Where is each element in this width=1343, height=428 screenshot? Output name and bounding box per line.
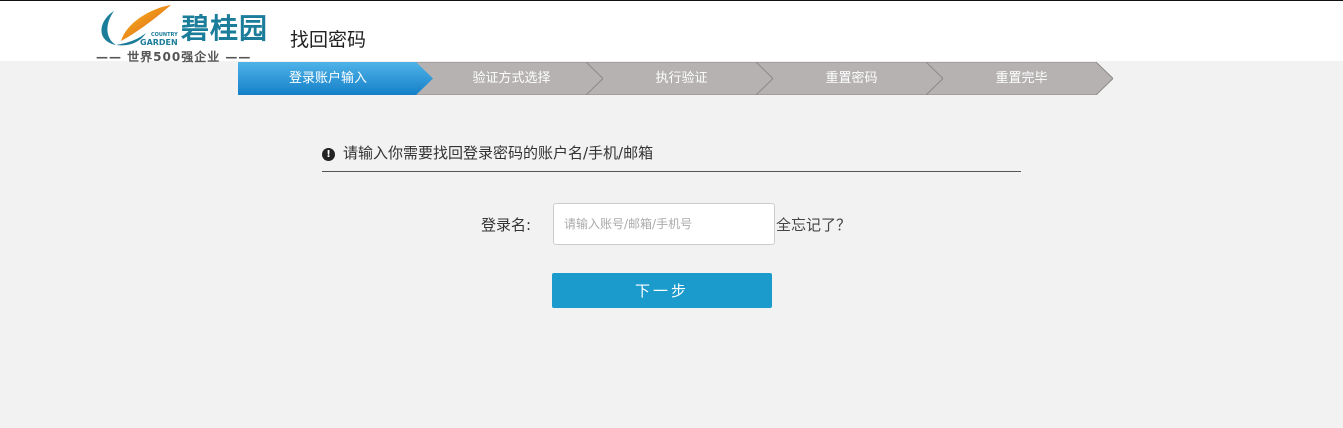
logo-slogan: —— 世界500强企业 —— <box>96 50 252 64</box>
next-step-button[interactable]: 下一步 <box>552 273 772 308</box>
logo-brand: 碧桂园 <box>181 12 269 45</box>
step-label: 执行验证 <box>655 71 708 86</box>
login-label: 登录名: <box>481 216 532 234</box>
step-2: 验证方式选择 <box>408 62 603 95</box>
login-input[interactable] <box>553 203 775 245</box>
step-label: 登录账户输入 <box>288 71 367 86</box>
page-title: 找回密码 <box>290 29 367 51</box>
step-1: 登录账户输入 <box>238 62 433 95</box>
step-label: 重置密码 <box>825 71 878 86</box>
step-label: 重置完毕 <box>995 71 1048 86</box>
logo[interactable]: COUNTRY GARDEN 碧桂园 —— 世界500强企业 —— <box>96 3 271 64</box>
step-label: 验证方式选择 <box>472 71 551 86</box>
forgot-all-link[interactable]: 全忘记了？ <box>776 214 851 235</box>
logo-english: COUNTRY GARDEN <box>140 32 178 47</box>
header: COUNTRY GARDEN 碧桂园 —— 世界500强企业 —— 找回密码 <box>0 0 1343 64</box>
notice-text: 请输入你需要找回登录密码的账户名/手机/邮箱 <box>343 144 654 162</box>
step-4: 重置密码 <box>748 62 943 95</box>
exclamation-icon: ! <box>322 148 335 161</box>
step-3: 执行验证 <box>578 62 773 95</box>
notice: ! 请输入你需要找回登录密码的账户名/手机/邮箱 <box>322 142 1021 172</box>
step-5: 重置完毕 <box>918 62 1113 95</box>
